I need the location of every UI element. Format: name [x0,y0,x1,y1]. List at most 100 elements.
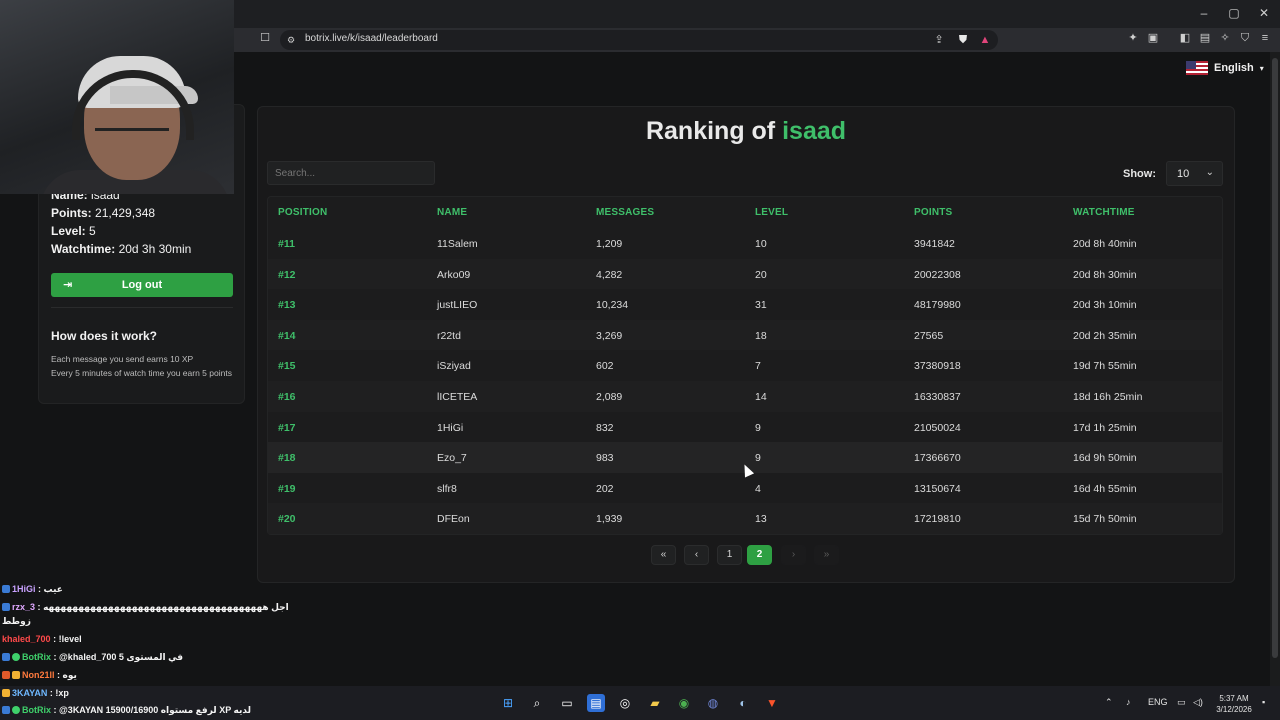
system-clock[interactable]: 5:37 AM 3/12/2026 [1212,693,1256,715]
search-input[interactable] [267,161,435,185]
table-header: POSITION NAME MESSAGES LEVEL POINTS WATC… [268,197,1222,227]
volume-icon[interactable]: ◁) [1193,697,1203,708]
bookmark-icon[interactable]: ☐ [258,31,272,45]
app-icon[interactable]: ◎ [616,694,634,712]
cell-messages: 983 [596,452,614,465]
extensions-icon[interactable]: ✦ [1126,31,1140,45]
table-row[interactable]: #15 iSziyad 602 7 37380918 19d 7h 55min [268,350,1222,381]
first-page-button[interactable]: « [651,545,676,565]
cell-messages: 10,234 [596,299,629,312]
cell-name: slfr8 [437,482,457,495]
cell-position: #18 [278,452,296,465]
address-bar[interactable]: ⚙ botrix.live/k/isaad/leaderboard ⇪ ⛊ ▲ [280,30,998,50]
column-header[interactable]: LEVEL [755,207,788,218]
how-it-works-line-2: Every 5 minutes of watch time you earn 5… [51,368,232,378]
show-count-select[interactable]: 10 ⌄ [1166,161,1223,186]
table-row[interactable]: #14 r22td 3,269 18 27565 20d 2h 35min [268,319,1222,351]
cell-watchtime: 17d 1h 25min [1073,421,1137,434]
language-indicator[interactable]: ENG [1148,697,1168,707]
scroll-thumb[interactable] [1272,58,1278,658]
taskbar: 3KAYAN : !xp BotRix : @3KAYAN 15900/1690… [0,686,1280,720]
rewards-icon[interactable]: ▲ [978,33,992,47]
cell-name: 11Salem [437,238,478,250]
minimize-icon[interactable]: – [1196,6,1212,20]
chat-message: زوطط [2,616,31,626]
language-selector[interactable]: English ▾ [1186,61,1264,75]
cell-points: 27565 [914,329,944,342]
windows-start-icon[interactable]: ⊞ [499,694,517,712]
site-info-icon[interactable]: ⚙ [284,33,298,47]
cell-position: #12 [278,268,296,281]
cell-name: DFEon [437,513,470,526]
cell-name: justLIEO [437,299,478,312]
cell-level: 7 [755,360,761,373]
us-flag-icon [1186,61,1208,75]
tray-overflow-icon[interactable]: ⌃ [1105,697,1113,708]
cell-level: 18 [755,329,767,342]
menu-icon[interactable]: ≡ [1258,31,1272,45]
chrome-icon[interactable]: ◉ [675,694,693,712]
page-2-button[interactable]: 2 [747,545,772,565]
prev-page-button[interactable]: ‹ [684,545,709,565]
column-header[interactable]: POINTS [914,207,952,218]
close-icon[interactable]: ✕ [1256,6,1272,20]
page-1-button[interactable]: 1 [717,545,742,565]
brave-icon[interactable]: ▼ [763,694,781,712]
column-header[interactable]: WATCHTIME [1073,207,1135,218]
how-it-works-line-1: Each message you send earns 10 XP [51,354,194,364]
cell-level: 14 [755,391,767,403]
folder-icon[interactable]: ▰ [646,694,664,712]
webcam-glasses-shape [95,128,169,144]
cell-name: r22td [437,329,461,342]
cell-messages: 3,269 [596,329,623,342]
brave-shield-icon[interactable]: ⛊ [956,33,970,47]
language-label: English [1214,62,1254,74]
last-page-button[interactable]: » [814,545,839,565]
cell-position: #14 [278,329,296,342]
table-row[interactable]: #20 DFEon 1,939 13 17219810 15d 7h 50min [268,503,1222,534]
network-icon[interactable]: ▭ [1177,697,1186,708]
cell-messages: 4,282 [596,268,623,281]
discord-icon[interactable]: ◍ [704,694,722,712]
page-scrollbar[interactable] [1270,52,1280,686]
search-icon[interactable]: ⌕ [528,694,546,712]
column-header[interactable]: MESSAGES [596,207,654,218]
next-page-button[interactable]: › [781,545,806,565]
table-row[interactable]: #13 justLIEO 10,234 31 48179980 20d 3h 1… [268,289,1222,320]
share-icon[interactable]: ⇪ [932,33,946,47]
cell-messages: 2,089 [596,391,623,403]
table-row[interactable]: #12 Arko09 4,282 20 20022308 20d 8h 30mi… [268,258,1222,290]
table-row[interactable]: #17 1HiGi 832 9 21050024 17d 1h 25min [268,412,1222,443]
cell-watchtime: 20d 8h 30min [1073,268,1137,281]
chat-overlay: 1HiGi : عيب rzx_3 : اجل هههههههههههههههه… [0,582,370,692]
chat-message: Non21ll : يوه [2,670,77,681]
column-header[interactable]: POSITION [278,207,327,218]
table-row[interactable]: #11 11Salem 1,209 10 3941842 20d 8h 40mi… [268,228,1222,259]
user-watchtime: Watchtime: 20d 3h 30min [51,242,192,256]
cell-watchtime: 20d 8h 40min [1073,238,1137,250]
cell-position: #19 [278,482,296,495]
logout-label: Log out [121,279,163,291]
notifications-icon[interactable]: ▪ [1262,697,1265,707]
badge-icon [2,585,10,593]
wallet-icon[interactable]: ▤ [1198,31,1212,45]
cell-points: 3941842 [914,238,955,250]
column-header[interactable]: NAME [437,207,467,218]
table-row[interactable]: #16 lICETEA 2,089 14 16330837 18d 16h 25… [268,381,1222,412]
maximize-icon[interactable]: ▢ [1226,6,1242,20]
logout-button[interactable]: ⇥ Log out [51,273,233,297]
cell-position: #11 [278,238,295,250]
task-view-icon[interactable]: ▭ [558,694,576,712]
microphone-icon[interactable]: ♪ [1126,697,1131,707]
shield-icon[interactable]: ⛉ [1238,31,1252,45]
leo-icon[interactable]: ✧ [1218,31,1232,45]
chat-message: rzx_3 : اجل هههههههههههههههههههههههههههه… [2,602,289,613]
tab-icon[interactable]: ▣ [1146,31,1160,45]
steam-icon[interactable]: ◐ [734,694,752,712]
cell-points: 20022308 [914,268,961,281]
cell-points: 16330837 [914,391,961,403]
store-icon[interactable]: ▤ [587,694,605,712]
cell-level: 20 [755,268,767,281]
cell-watchtime: 20d 3h 10min [1073,299,1137,312]
sidebar-icon[interactable]: ◧ [1178,31,1192,45]
